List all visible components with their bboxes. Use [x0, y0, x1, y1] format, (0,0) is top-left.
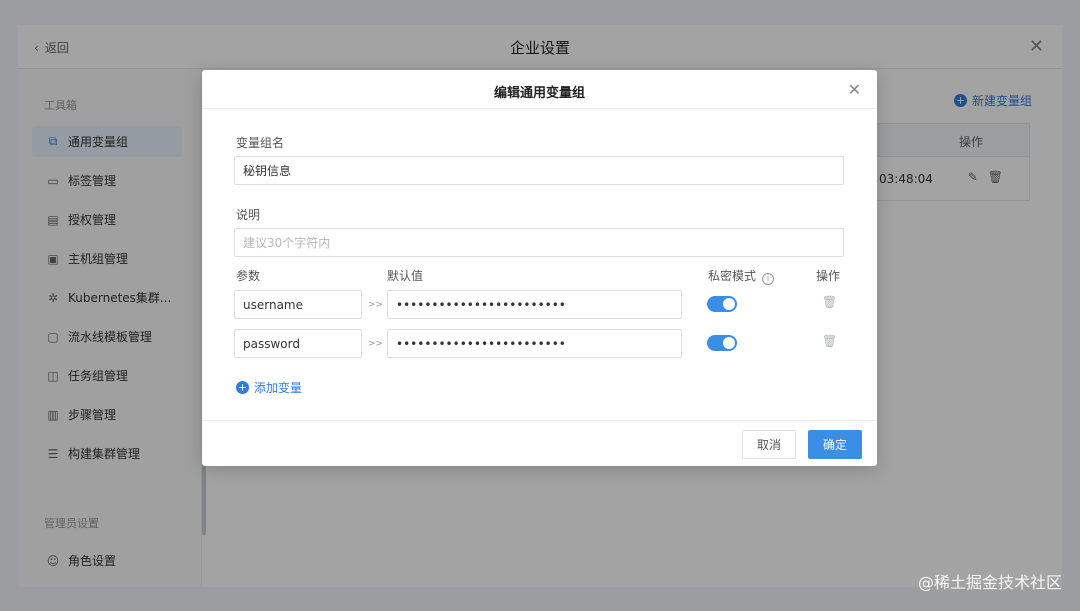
info-icon[interactable]: i [762, 273, 775, 285]
group-name-label: 变量组名 [236, 136, 285, 150]
col-default-header: 默认值 [387, 269, 424, 283]
variable-name-input[interactable] [234, 290, 362, 319]
group-name-input[interactable] [234, 156, 844, 185]
description-input[interactable] [234, 228, 844, 257]
col-secret-header: 私密模式 i [708, 267, 775, 285]
separator: >> [368, 300, 384, 310]
trash-icon[interactable]: 🗑 [822, 334, 837, 348]
dialog-header: 编辑通用变量组 ✕ [202, 70, 877, 109]
variable-name-input[interactable] [234, 329, 362, 358]
cancel-button[interactable]: 取消 [742, 430, 797, 459]
description-label: 说明 [236, 208, 261, 222]
secret-mode-toggle[interactable] [707, 296, 737, 312]
confirm-button[interactable]: 确定 [808, 430, 863, 459]
separator: >> [368, 339, 384, 349]
col-secret-label: 私密模式 [708, 269, 757, 283]
edit-variable-group-dialog: 编辑通用变量组 ✕ 变量组名 说明 参数 默认值 私密模式 i 操作 >> 🗑 >… [202, 70, 877, 466]
col-op-header: 操作 [816, 269, 841, 283]
dialog-title: 编辑通用变量组 [493, 86, 585, 101]
plus-circle-icon: + [236, 381, 249, 394]
watermark: @稀土掘金技术社区 [917, 573, 1062, 592]
secret-mode-toggle[interactable] [707, 335, 737, 351]
trash-icon[interactable]: 🗑 [822, 295, 837, 309]
dialog-footer: 取消 确定 [202, 420, 877, 466]
col-param-header: 参数 [236, 269, 261, 283]
variable-value-input[interactable] [387, 290, 682, 319]
add-variable-label: 添加变量 [254, 381, 303, 395]
close-icon[interactable]: ✕ [848, 80, 861, 99]
add-variable-button[interactable]: + 添加变量 [236, 379, 302, 396]
variable-value-input[interactable] [387, 329, 682, 358]
